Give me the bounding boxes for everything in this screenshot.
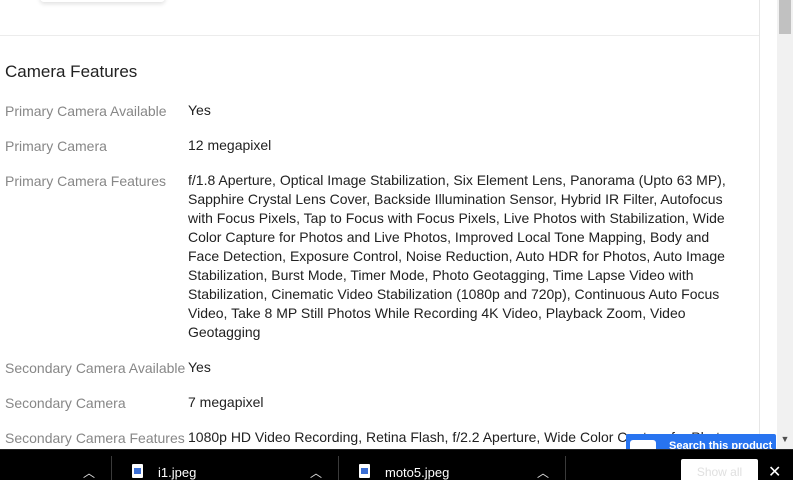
download-filename: i1.jpeg [158,465,197,480]
spec-value-primary-camera-available: Yes [188,102,211,118]
panel-border [759,0,760,449]
download-separator [565,456,566,480]
spec-label-secondary-camera: Secondary Camera [5,395,126,411]
download-bar: ︿ i1.jpeg ︿ moto5.jpeg ︿ Show all ✕ [0,449,793,483]
image-file-icon [359,464,370,478]
top-card-edge [40,0,165,2]
chevron-up-icon[interactable]: ︿ [537,464,549,481]
image-file-icon [132,464,143,478]
show-all-button[interactable]: Show all [681,459,758,483]
spec-label-secondary-camera-available: Secondary Camera Available [5,360,186,376]
close-icon[interactable]: ✕ [768,462,781,482]
chevron-up-icon[interactable]: ︿ [83,464,95,481]
scrollbar-thumb[interactable] [779,0,791,34]
spec-value-primary-camera: 12 megapixel [188,137,272,153]
download-filename: moto5.jpeg [385,465,450,480]
spec-value-secondary-camera-available: Yes [188,359,211,375]
vertical-scrollbar[interactable]: ▼ [777,0,793,449]
product-specifications-page: Camera Features Primary Camera Available… [0,0,777,449]
download-item-i1[interactable]: i1.jpeg ︿ [112,450,338,480]
section-title: Camera Features [5,62,138,81]
spec-label-primary-camera-available: Primary Camera Available [5,103,167,119]
spec-label-primary-camera: Primary Camera [5,138,107,154]
scroll-down-arrow-icon[interactable]: ▼ [779,433,791,445]
spec-value-secondary-camera: 7 megapixel [188,394,264,410]
chevron-up-icon[interactable]: ︿ [310,464,322,481]
section-divider [0,35,759,36]
spec-label-primary-camera-features: Primary Camera Features [5,173,167,189]
download-item-moto5[interactable]: moto5.jpeg ︿ [339,450,565,480]
spec-value-primary-camera-features: f/1.8 Aperture, Optical Image Stabilizat… [188,172,726,340]
spec-label-secondary-camera-features: Secondary Camera Features [5,430,185,446]
